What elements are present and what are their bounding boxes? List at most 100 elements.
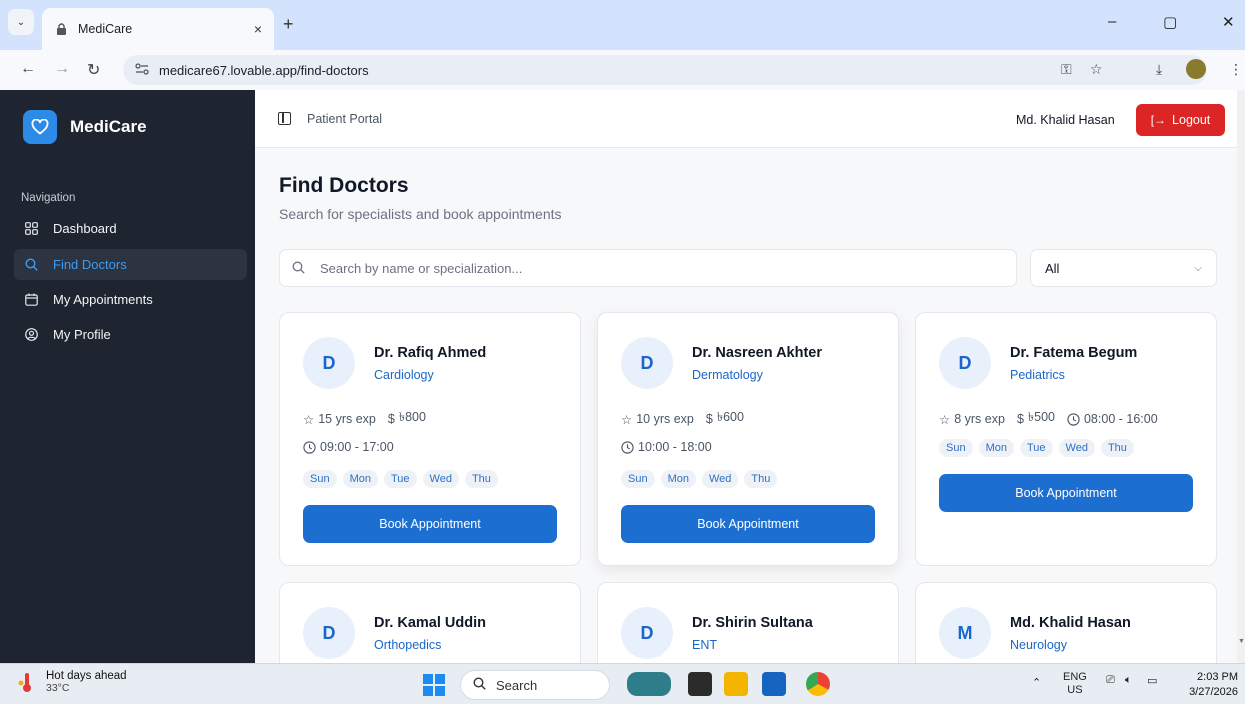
book-appointment-button[interactable]: Book Appointment [303, 505, 557, 543]
doctor-specialty: Neurology [1010, 638, 1067, 652]
doctor-avatar: D [621, 337, 673, 389]
doctor-avatar: M [939, 607, 991, 659]
doctor-card: D Dr. Fatema Begum Pediatrics ☆ 8 yrs ex… [915, 312, 1217, 566]
doctor-card: D Dr. Rafiq Ahmed Cardiology ☆ 15 yrs ex… [279, 312, 581, 566]
star-icon: ☆ [621, 412, 633, 427]
current-user-name: Md. Khalid Hasan [1016, 113, 1115, 127]
browser-tab[interactable]: MediCare × [42, 8, 274, 50]
filter-value: All [1045, 260, 1060, 276]
system-clock[interactable]: 2:03 PM 3/27/2026 [1180, 670, 1238, 700]
window-restore-button[interactable]: ▢ [1163, 13, 1177, 31]
doctor-avatar: D [939, 337, 991, 389]
available-days: Sun Mon Wed Thu [621, 470, 783, 488]
clock-icon [621, 440, 634, 454]
dollar-icon: $ [1016, 412, 1024, 426]
sidebar-item-label: Find Doctors [53, 257, 127, 272]
chevron-down-icon: ⌵ [1194, 262, 1202, 274]
widgets-app-icon[interactable] [627, 672, 671, 696]
lock-icon [54, 22, 68, 36]
doctor-meta: ☆ 15 yrs exp $ ৳800 [303, 409, 426, 429]
logout-label: Logout [1172, 113, 1211, 127]
main-content: Patient Portal Md. Khalid Hasan [→ Logou… [255, 90, 1245, 663]
volume-icon[interactable]: 🔈︎ [1125, 674, 1132, 687]
weather-widget[interactable]: Hot days ahead 33°C [18, 670, 127, 694]
doctor-avatar: D [621, 607, 673, 659]
sidebar-item-find-doctors[interactable]: Find Doctors [14, 249, 247, 280]
page-scrollbar[interactable]: ▼ [1237, 90, 1245, 663]
new-tab-button[interactable]: + [283, 14, 294, 35]
file-explorer-icon[interactable] [724, 672, 748, 696]
doctor-specialty: Pediatrics [1010, 368, 1065, 382]
back-arrow-icon[interactable]: ← [20, 60, 36, 78]
dollar-icon: $ [705, 412, 713, 426]
clock-icon [1067, 412, 1080, 426]
book-appointment-button[interactable]: Book Appointment [939, 474, 1193, 512]
sidebar: MediCare Navigation Dashboard Find Docto… [0, 90, 255, 663]
doctor-name: Dr. Fatema Begum [1010, 345, 1138, 361]
clock-time: 2:03 PM [1197, 671, 1238, 683]
clock-date: 3/27/2026 [1189, 686, 1238, 698]
doctor-name: Md. Khalid Hasan [1010, 615, 1131, 631]
tab-close-button[interactable]: × [254, 21, 262, 37]
doctor-fee: ৳800 [398, 410, 426, 424]
brand[interactable]: MediCare [23, 110, 147, 144]
forward-arrow-icon[interactable]: → [54, 60, 70, 78]
window-close-button[interactable]: ✕ [1222, 13, 1235, 31]
doctor-name: Dr. Shirin Sultana [692, 615, 813, 631]
taskbar-search[interactable]: Search [460, 670, 610, 700]
search-icon [24, 258, 38, 272]
day-badge: Wed [701, 470, 739, 488]
windows-start-icon[interactable] [423, 674, 445, 696]
language-code: ENG [1063, 671, 1087, 683]
heart-icon [23, 110, 57, 144]
day-badge: Mon [978, 439, 1014, 457]
day-badge: Wed [422, 470, 459, 488]
sidebar-item-my-appointments[interactable]: My Appointments [14, 284, 247, 315]
browser-menu-icon[interactable]: ⋮ [1229, 61, 1243, 78]
tray-overflow-icon[interactable]: ⌃ [1032, 676, 1041, 689]
reload-icon[interactable]: ↻ [87, 60, 100, 80]
chrome-app-icon[interactable] [806, 672, 830, 696]
day-badge: Wed [1058, 439, 1095, 457]
region-code: US [1067, 684, 1083, 696]
portal-label: Patient Portal [307, 112, 383, 126]
available-days: Sun Mon Tue Wed Thu [939, 439, 1140, 457]
tab-search-dropdown[interactable]: ⌄ [8, 9, 34, 35]
battery-icon[interactable]: ▭ [1147, 674, 1157, 687]
day-badge: Sun [303, 470, 337, 488]
terminal-app-icon[interactable] [688, 672, 712, 696]
book-appointment-button[interactable]: Book Appointment [621, 505, 875, 543]
tab-title: MediCare [78, 22, 133, 36]
address-bar[interactable]: medicare67.lovable.app/find-doctors [123, 55, 1207, 85]
scroll-down-icon[interactable]: ▼ [1238, 638, 1245, 645]
language-indicator[interactable]: ENG US [1063, 671, 1087, 697]
store-app-icon[interactable] [762, 672, 786, 696]
weather-temp: 33°C [46, 682, 70, 694]
sidebar-item-my-profile[interactable]: My Profile [14, 319, 247, 350]
window-minimize-button[interactable]: – [1108, 13, 1116, 30]
brand-name: MediCare [70, 117, 147, 136]
url-text: medicare67.lovable.app/find-doctors [159, 62, 369, 78]
logout-button[interactable]: [→ Logout [1136, 104, 1225, 136]
nav-heading: Navigation [21, 192, 76, 204]
bookmark-star-icon[interactable]: ☆ [1090, 61, 1103, 78]
password-key-icon[interactable]: ⚿ [1061, 61, 1072, 78]
doctor-name: Dr. Rafiq Ahmed [374, 345, 487, 361]
calendar-icon [24, 293, 38, 307]
download-icon[interactable]: ⤓ [1156, 61, 1162, 78]
doctor-search-box[interactable] [279, 249, 1017, 287]
day-badge: Tue [383, 470, 417, 488]
specialization-filter-select[interactable]: All ⌵ [1030, 249, 1217, 287]
search-input[interactable] [320, 260, 1016, 276]
day-badge: Sun [939, 439, 973, 457]
sidebar-item-dashboard[interactable]: Dashboard [14, 213, 247, 244]
site-info-icon[interactable] [135, 62, 149, 78]
profile-avatar-icon[interactable] [1186, 59, 1206, 79]
day-badge: Tue [1019, 439, 1053, 457]
sidebar-item-label: Dashboard [53, 221, 117, 236]
sidebar-toggle-icon[interactable] [278, 112, 291, 125]
doctor-specialty: ENT [692, 638, 717, 652]
network-icon[interactable]: ⎚ [1106, 674, 1115, 687]
thermometer-icon [18, 671, 34, 693]
doctor-card: D Dr. Nasreen Akhter Dermatology ☆ 10 yr… [597, 312, 899, 566]
